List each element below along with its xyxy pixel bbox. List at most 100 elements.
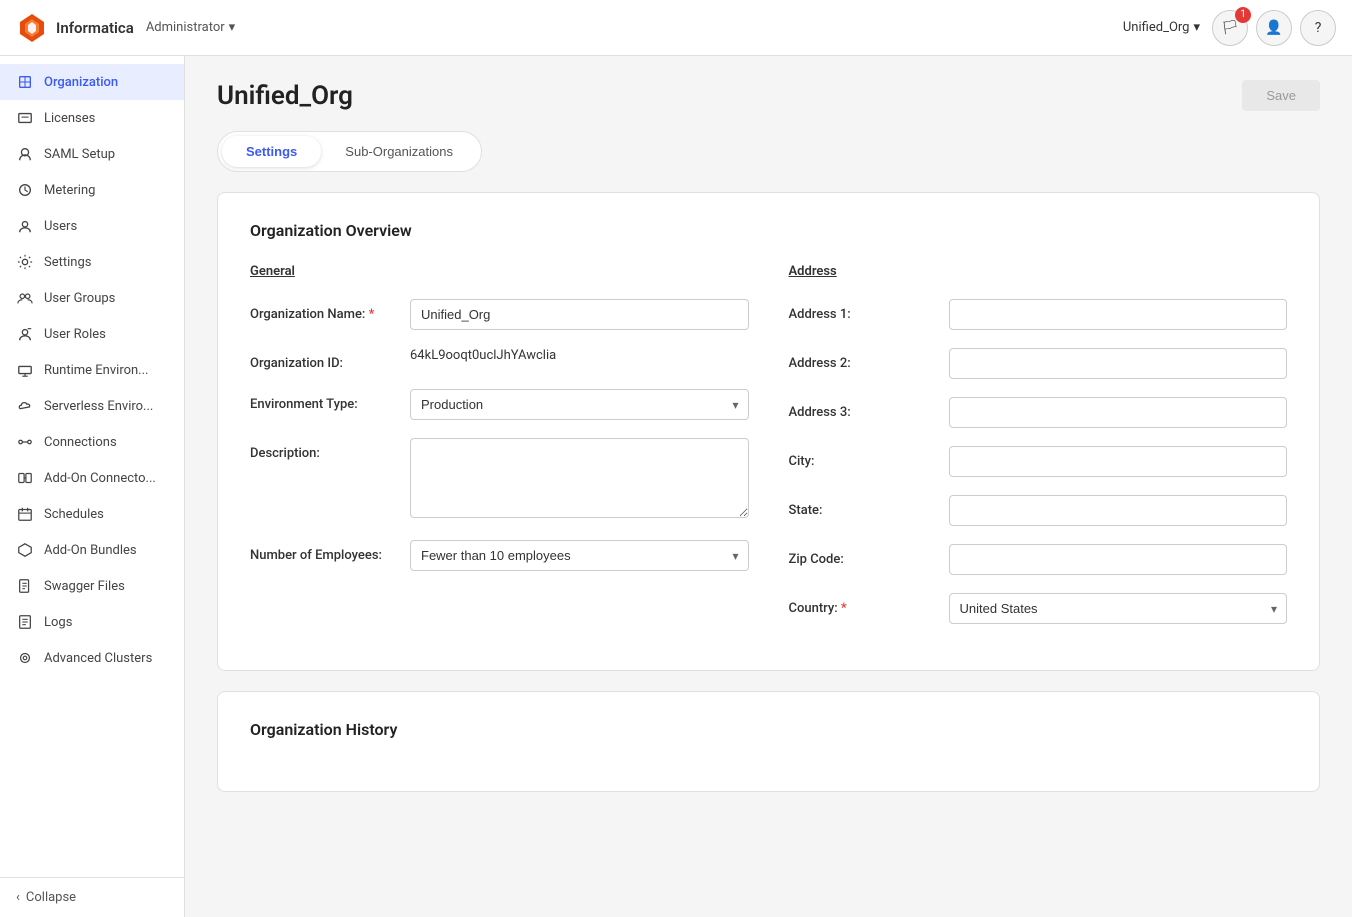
address1-row: Address 1: xyxy=(789,299,1288,330)
tab-settings[interactable]: Settings xyxy=(222,136,321,167)
city-input[interactable] xyxy=(949,446,1288,477)
zip-control xyxy=(949,544,1288,575)
num-employees-label: Number of Employees: xyxy=(250,540,410,563)
sidebar-item-label: Serverless Enviro... xyxy=(44,399,153,414)
state-input[interactable] xyxy=(949,495,1288,526)
sidebar-item-licenses[interactable]: Licenses xyxy=(0,100,184,136)
logo-text: Informatica xyxy=(56,19,134,37)
sidebar-item-label: Users xyxy=(44,219,77,234)
form-grid: General Organization Name: * xyxy=(250,264,1287,642)
sidebar-item-metering[interactable]: Metering xyxy=(0,172,184,208)
org-id-value: 64kL9ooqt0uclJhYAwclia xyxy=(410,348,749,363)
licenses-icon xyxy=(16,109,34,127)
sidebar-item-label: Licenses xyxy=(44,111,95,126)
admin-dropdown[interactable]: Administrator ▾ xyxy=(146,20,235,35)
country-select[interactable]: United StatesCanadaUnited KingdomGermany… xyxy=(949,593,1288,624)
org-id-row: Organization ID: 64kL9ooqt0uclJhYAwclia xyxy=(250,348,749,371)
country-select-wrapper: United StatesCanadaUnited KingdomGermany… xyxy=(949,593,1288,624)
general-section: General Organization Name: * xyxy=(250,264,749,642)
swagger-files-icon xyxy=(16,577,34,595)
save-button[interactable]: Save xyxy=(1242,80,1320,111)
address2-control xyxy=(949,348,1288,379)
sidebar-item-organization[interactable]: Organization xyxy=(0,64,184,100)
tabs: SettingsSub-Organizations xyxy=(217,131,482,172)
sidebar-item-label: SAML Setup xyxy=(44,147,115,162)
sidebar-item-add-on-connecto[interactable]: Add-On Connecto... xyxy=(0,460,184,496)
address3-row: Address 3: xyxy=(789,397,1288,428)
address3-control xyxy=(949,397,1288,428)
sidebar-item-connections[interactable]: Connections xyxy=(0,424,184,460)
sidebar-item-user-groups[interactable]: User Groups xyxy=(0,280,184,316)
num-employees-control: Fewer than 10 employees10-50 employees51… xyxy=(410,540,749,571)
overview-title: Organization Overview xyxy=(250,221,1287,240)
sidebar-item-logs[interactable]: Logs xyxy=(0,604,184,640)
num-employees-select[interactable]: Fewer than 10 employees10-50 employees51… xyxy=(410,540,749,571)
sidebar-item-swagger-files[interactable]: Swagger Files xyxy=(0,568,184,604)
zip-input[interactable] xyxy=(949,544,1288,575)
city-control xyxy=(949,446,1288,477)
sidebar-item-user-roles[interactable]: User Roles xyxy=(0,316,184,352)
user-icon: 👤 xyxy=(1265,20,1282,36)
add-on-bundles-icon xyxy=(16,541,34,559)
user-roles-icon xyxy=(16,325,34,343)
logo: Informatica xyxy=(16,12,134,44)
env-type-label: Environment Type: xyxy=(250,389,410,412)
organization-icon xyxy=(16,73,34,91)
address1-input[interactable] xyxy=(949,299,1288,330)
org-name-input[interactable] xyxy=(410,299,749,330)
sidebar-item-label: Settings xyxy=(44,255,91,270)
sidebar-item-saml-setup[interactable]: SAML Setup xyxy=(0,136,184,172)
sidebar-item-settings[interactable]: Settings xyxy=(0,244,184,280)
sidebar-item-users[interactable]: Users xyxy=(0,208,184,244)
env-type-control: ProductionDevelopmentSandbox xyxy=(410,389,749,420)
description-textarea[interactable] xyxy=(410,438,749,518)
city-label: City: xyxy=(789,446,949,469)
env-type-select[interactable]: ProductionDevelopmentSandbox xyxy=(410,389,749,420)
country-row: Country: * United StatesCanadaUnited Kin… xyxy=(789,593,1288,624)
sidebar-item-advanced-clusters[interactable]: Advanced Clusters xyxy=(0,640,184,676)
sidebar-item-label: Metering xyxy=(44,183,95,198)
state-label: State: xyxy=(789,495,949,518)
sidebar-footer: ‹ Collapse xyxy=(0,877,184,917)
sidebar-item-label: Organization xyxy=(44,75,118,90)
collapse-button[interactable]: ‹ Collapse xyxy=(16,890,168,905)
org-name-row: Organization Name: * xyxy=(250,299,749,330)
logs-icon xyxy=(16,613,34,631)
zip-label: Zip Code: xyxy=(789,544,949,567)
help-button[interactable]: ? xyxy=(1300,10,1336,46)
notifications-button[interactable]: 🏳 1 xyxy=(1212,10,1248,46)
sidebar: Organization Licenses SAML Setup Meterin… xyxy=(0,56,185,917)
metering-icon xyxy=(16,181,34,199)
users-icon xyxy=(16,217,34,235)
sidebar-item-schedules[interactable]: Schedules xyxy=(0,496,184,532)
address-section-title: Address xyxy=(789,264,1288,279)
country-control: United StatesCanadaUnited KingdomGermany… xyxy=(949,593,1288,624)
help-icon: ? xyxy=(1315,20,1322,36)
city-row: City: xyxy=(789,446,1288,477)
sidebar-item-label: Runtime Environ... xyxy=(44,363,148,378)
country-label: Country: * xyxy=(789,593,949,616)
org-id-label: Organization ID: xyxy=(250,348,410,371)
country-required-star: * xyxy=(841,601,847,616)
address2-row: Address 2: xyxy=(789,348,1288,379)
required-star: * xyxy=(369,307,375,322)
header: Informatica Administrator ▾ Unified_Org … xyxy=(0,0,1352,56)
sidebar-item-serverless-enviro[interactable]: Serverless Enviro... xyxy=(0,388,184,424)
org-dropdown[interactable]: Unified_Org ▾ xyxy=(1123,20,1200,35)
saml-setup-icon xyxy=(16,145,34,163)
tab-sub-organizations[interactable]: Sub-Organizations xyxy=(321,136,477,167)
address3-label: Address 3: xyxy=(789,397,949,420)
add-on-connecto-icon xyxy=(16,469,34,487)
address1-control xyxy=(949,299,1288,330)
sidebar-item-label: Advanced Clusters xyxy=(44,651,152,666)
overview-card: Organization Overview General Organizati… xyxy=(217,192,1320,671)
sidebar-item-add-on-bundles[interactable]: Add-On Bundles xyxy=(0,532,184,568)
address3-input[interactable] xyxy=(949,397,1288,428)
main-content: Unified_Org Save SettingsSub-Organizatio… xyxy=(185,56,1352,917)
user-profile-button[interactable]: 👤 xyxy=(1256,10,1292,46)
address2-input[interactable] xyxy=(949,348,1288,379)
description-row: Description: xyxy=(250,438,749,522)
sidebar-item-label: Logs xyxy=(44,615,72,630)
informatica-logo-icon xyxy=(16,12,48,44)
sidebar-item-runtime-enviro[interactable]: Runtime Environ... xyxy=(0,352,184,388)
